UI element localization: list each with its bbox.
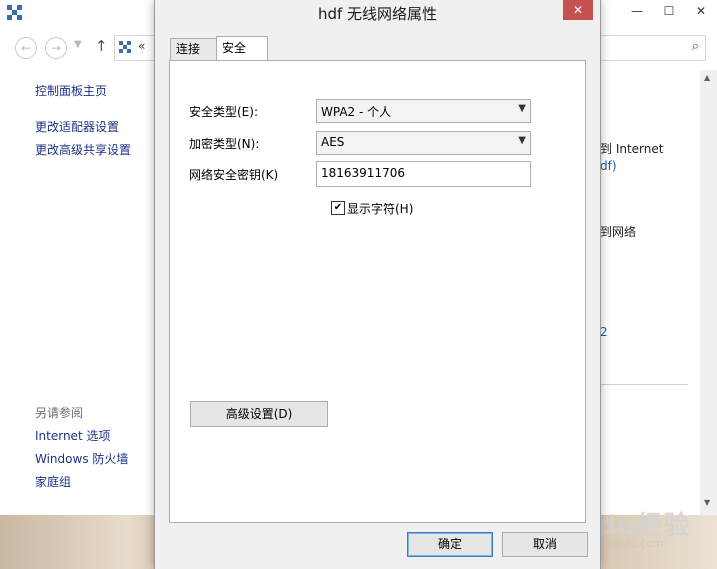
tab-security[interactable]: 安全: [216, 36, 268, 60]
homegroup-link[interactable]: 家庭组: [35, 473, 71, 490]
encryption-type-value: AES: [321, 135, 345, 149]
security-tab-panel: 安全类型(E): WPA2 - 个人 ▼ 加密类型(N): AES ▼ 网络安全…: [169, 60, 586, 523]
network-key-input[interactable]: 18163911706: [316, 161, 531, 187]
show-characters-label[interactable]: 显示字符(H): [347, 200, 413, 217]
network-key-value: 18163911706: [321, 166, 405, 180]
left-nav-pane: 控制面板主页 更改适配器设置 更改高级共享设置 另请参阅 Internet 选项…: [0, 70, 155, 515]
close-icon[interactable]: ✕: [563, 0, 593, 20]
breadcrumb-overflow-icon[interactable]: «: [138, 39, 145, 53]
change-adapter-settings-link[interactable]: 更改适配器设置: [35, 118, 119, 135]
connection-network-text: 到网络: [600, 225, 637, 239]
chevron-down-icon: ▼: [518, 103, 526, 114]
security-type-label: 安全类型(E):: [189, 105, 258, 119]
advanced-settings-button[interactable]: 高级设置(D): [190, 401, 328, 427]
minimize-icon[interactable]: —: [621, 0, 653, 24]
control-panel-home-link[interactable]: 控制面板主页: [35, 82, 107, 99]
security-type-select[interactable]: WPA2 - 个人 ▼: [316, 99, 531, 123]
network-key-label: 网络安全密钥(K): [189, 168, 279, 182]
chevron-down-icon: ▼: [518, 135, 526, 146]
connection-internet-text: 到 Internet: [600, 142, 664, 156]
back-arrow-icon[interactable]: ←: [15, 37, 37, 59]
search-input[interactable]: ⌕: [600, 35, 706, 61]
tab-connection[interactable]: 连接: [170, 38, 218, 60]
vertical-scrollbar[interactable]: ▲ ▼: [700, 70, 717, 515]
encryption-type-select[interactable]: AES ▼: [316, 131, 531, 155]
cancel-button[interactable]: 取消: [502, 532, 588, 557]
change-advanced-sharing-link[interactable]: 更改高级共享设置: [35, 141, 131, 158]
recent-locations-dropdown-icon[interactable]: ▼: [74, 39, 82, 50]
network-name-link[interactable]: df): [600, 159, 617, 173]
internet-options-link[interactable]: Internet 选项: [35, 427, 110, 444]
scroll-up-icon[interactable]: ▲: [704, 73, 710, 82]
windows-firewall-link[interactable]: Windows 防火墙: [35, 450, 128, 467]
adapter-link[interactable]: 2: [600, 325, 608, 339]
wireless-properties-dialog: hdf 无线网络属性 ✕ 连接 安全 安全类型(E): WPA2 - 个人 ▼ …: [155, 0, 600, 569]
search-icon[interactable]: ⌕: [692, 39, 699, 54]
see-also-heading: 另请参阅: [35, 406, 84, 420]
security-type-value: WPA2 - 个人: [321, 105, 392, 119]
close-window-icon[interactable]: ✕: [685, 0, 717, 24]
show-characters-checkbox[interactable]: ✔: [331, 201, 345, 215]
encryption-type-label: 加密类型(N):: [189, 137, 260, 151]
network-app-icon: [7, 5, 23, 21]
up-arrow-icon[interactable]: ↑: [95, 37, 108, 55]
dialog-title: hdf 无线网络属性: [317, 5, 438, 23]
forward-arrow-icon[interactable]: →: [45, 37, 67, 59]
ok-button[interactable]: 确定: [407, 532, 493, 557]
scroll-down-icon[interactable]: ▼: [704, 498, 710, 507]
maximize-icon[interactable]: ☐: [653, 0, 685, 24]
network-location-icon: [119, 41, 133, 55]
divider: [600, 384, 688, 385]
